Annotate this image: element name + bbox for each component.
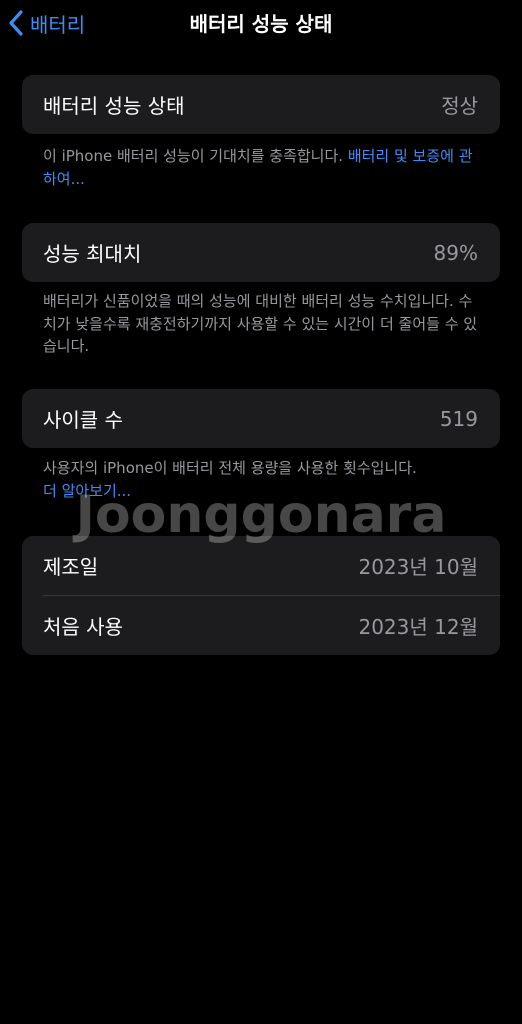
battery-health-footnote-text: 이 iPhone 배터리 성능이 기대치를 충족합니다. xyxy=(43,147,348,165)
cycle-count-footnote: 사용자의 iPhone이 배터리 전체 용량을 사용한 횟수입니다. 더 알아보… xyxy=(43,457,483,502)
battery-health-value: 정상 xyxy=(441,94,478,118)
cycle-count-row: 사이클 수 519 xyxy=(22,389,500,448)
manufacture-date-row: 제조일 2023년 10월 xyxy=(22,536,500,595)
page-title: 배터리 성능 상태 xyxy=(189,12,333,36)
cycle-count-footnote-text: 사용자의 iPhone이 배터리 전체 용량을 사용한 횟수입니다. xyxy=(43,459,417,477)
max-capacity-footnote: 배터리가 신품이었을 때의 성능에 대비한 배터리 성능 수치입니다. 수치가 … xyxy=(43,292,478,355)
battery-health-footnote: 이 iPhone 배터리 성능이 기대치를 충족합니다. 배터리 및 보증에 관… xyxy=(43,145,483,190)
cycle-count-value: 519 xyxy=(439,406,478,431)
first-use-value: 2023년 12월 xyxy=(358,615,478,639)
learn-more-link[interactable]: 더 알아보기... xyxy=(43,480,483,503)
cycle-count-label: 사이클 수 xyxy=(43,408,123,432)
manufacture-date-label: 제조일 xyxy=(43,555,99,579)
dates-group: 제조일 2023년 10월 처음 사용 2023년 12월 xyxy=(22,536,500,655)
max-capacity-label: 성능 최대치 xyxy=(43,242,142,266)
battery-health-row: 배터리 성능 상태 정상 xyxy=(22,75,500,134)
navigation-bar: 배터리 배터리 성능 상태 xyxy=(0,0,522,46)
max-capacity-group: 성능 최대치 89% xyxy=(22,223,500,282)
battery-health-group: 배터리 성능 상태 정상 xyxy=(22,75,500,134)
first-use-row: 처음 사용 2023년 12월 xyxy=(22,596,500,655)
max-capacity-row: 성능 최대치 89% xyxy=(22,223,500,282)
battery-health-label: 배터리 성능 상태 xyxy=(43,94,185,118)
cycle-count-group: 사이클 수 519 xyxy=(22,389,500,448)
max-capacity-value: 89% xyxy=(433,240,478,265)
first-use-label: 처음 사용 xyxy=(43,615,123,639)
manufacture-date-value: 2023년 10월 xyxy=(358,555,478,579)
